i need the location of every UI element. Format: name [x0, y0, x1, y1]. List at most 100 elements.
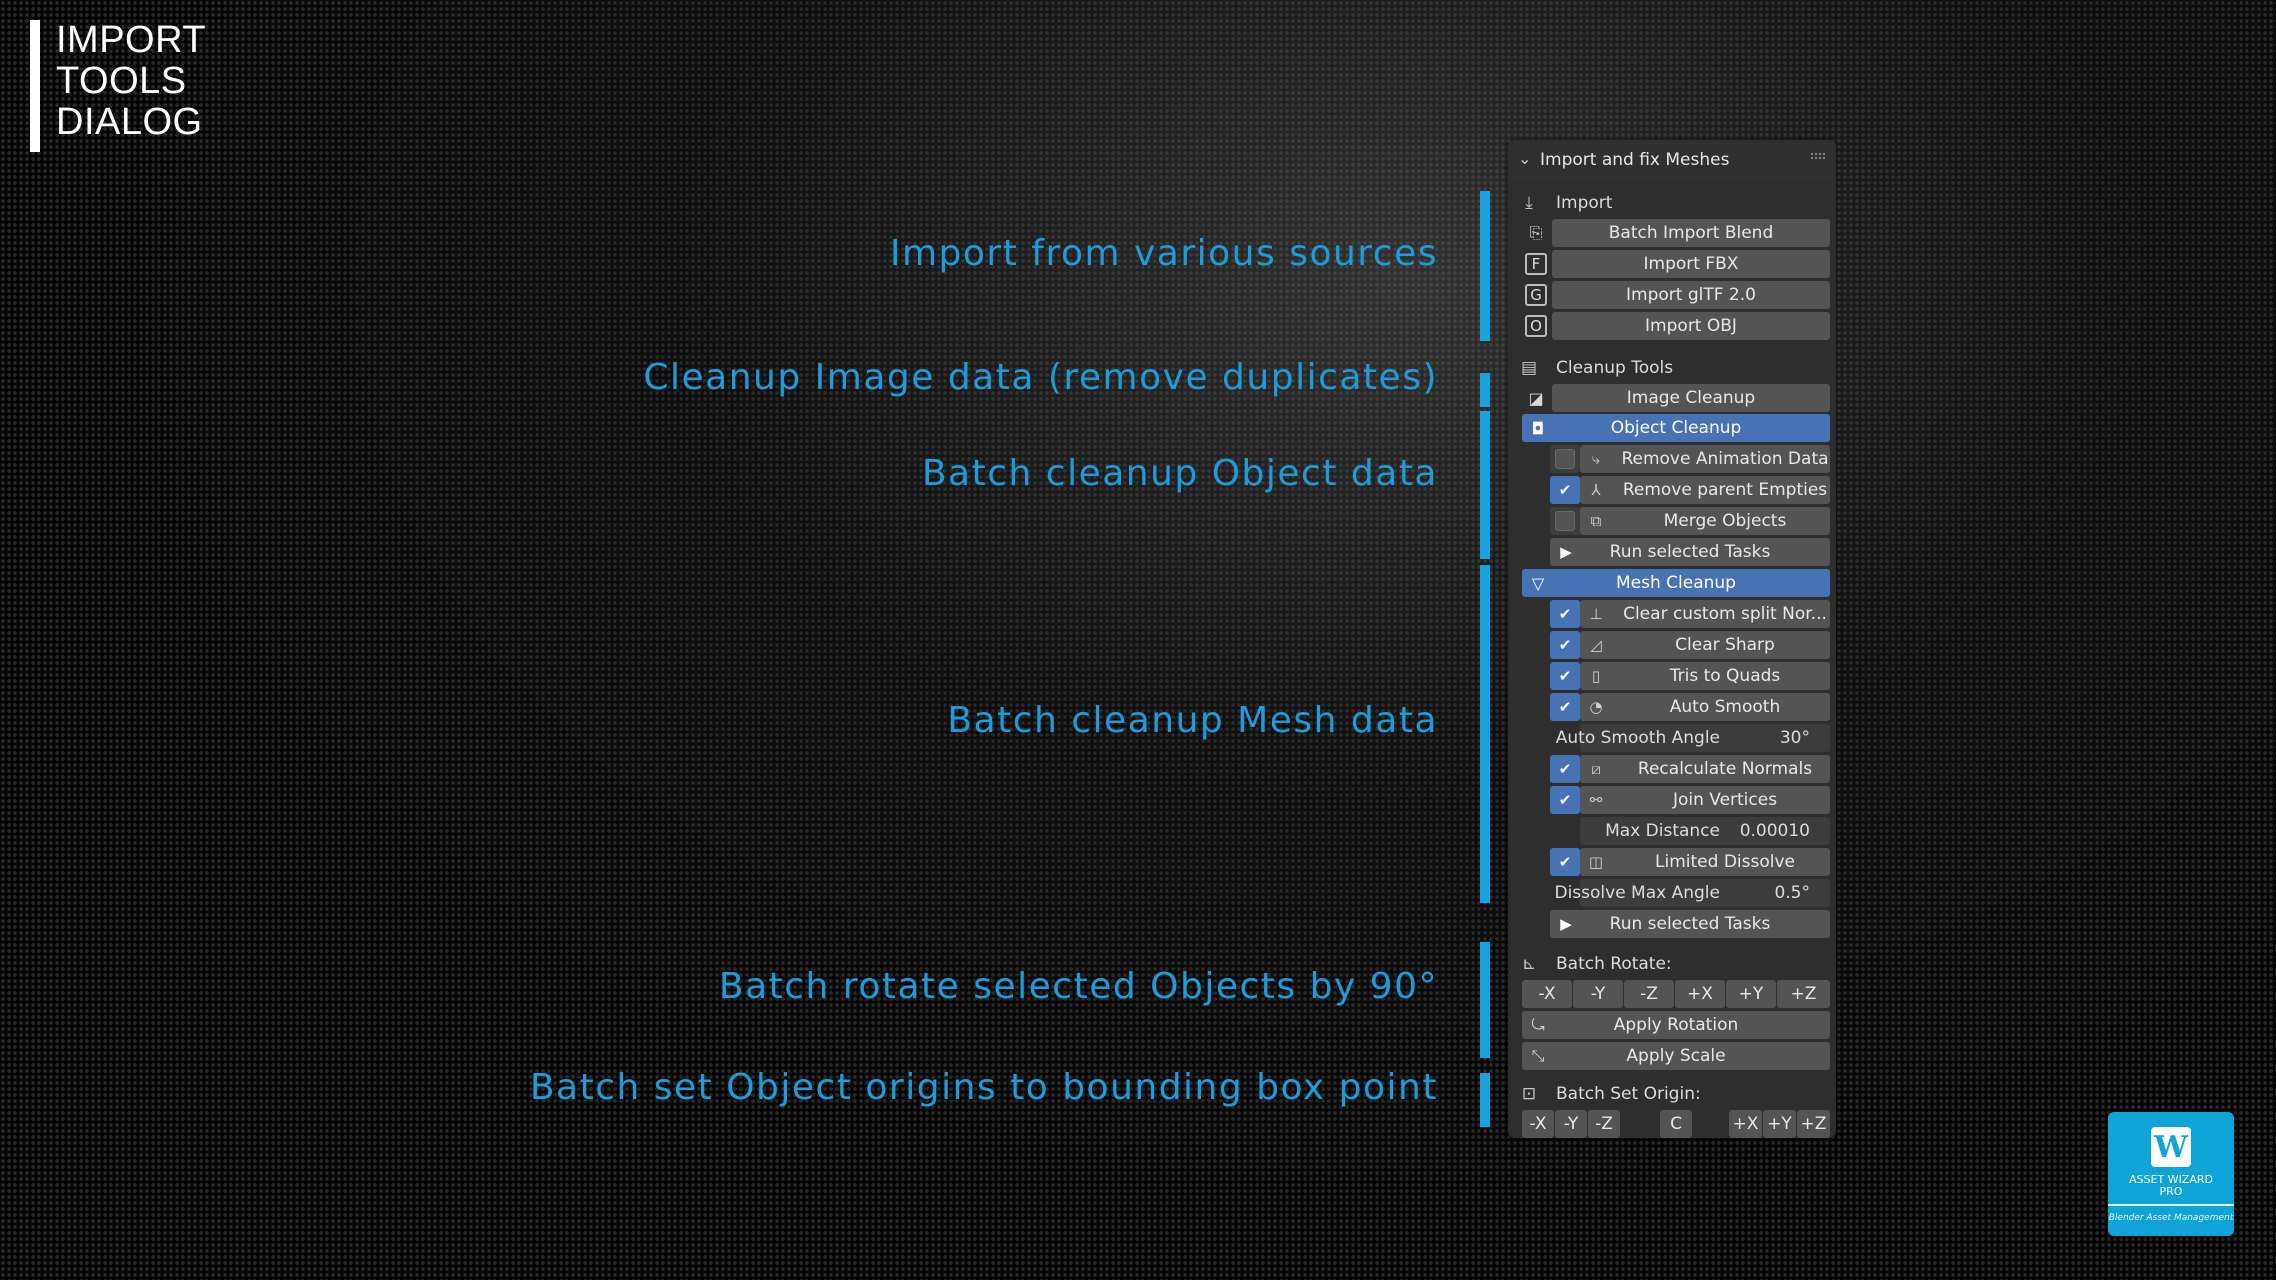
section-label: Batch Set Origin:: [1556, 1084, 1701, 1104]
origin-pos-z-button[interactable]: +Z: [1797, 1110, 1830, 1138]
task-join-vertices-row: ✔ Join Vertices ⚯: [1522, 786, 1830, 814]
apply-scale-row: Apply Scale ⤡: [1522, 1042, 1830, 1070]
section-label: Batch Rotate:: [1556, 954, 1672, 974]
bracket-image-cleanup: [1480, 373, 1490, 407]
auto-smooth-angle-field[interactable]: Auto Smooth Angle 30°: [1556, 724, 1830, 752]
recalculate-normals-button[interactable]: Recalculate Normals: [1580, 755, 1830, 783]
rotation-icon: ⤿: [1531, 1015, 1545, 1034]
task-limited-dissolve-row: ✔ Limited Dissolve ◫: [1522, 848, 1830, 876]
field-label: Max Distance: [1605, 821, 1720, 841]
limited-dissolve-button[interactable]: Limited Dissolve: [1580, 848, 1830, 876]
clear-sharp-button[interactable]: Clear Sharp: [1580, 631, 1830, 659]
badge-line2: PRO: [2159, 1185, 2183, 1198]
rotate-axes-icon: ⊾: [1521, 954, 1537, 974]
remove-parent-empties-button[interactable]: Remove parent Empties: [1580, 476, 1830, 504]
checkbox-remove-animation[interactable]: [1555, 449, 1575, 469]
task-remove-animation-row: Remove Animation Data ⤷: [1522, 445, 1830, 473]
batch-import-blend-button[interactable]: Batch Import Blend: [1552, 219, 1830, 247]
batch-import-blend-row: ⎘ Batch Import Blend: [1522, 219, 1830, 247]
run-selected-mesh-tasks-button[interactable]: Run selected Tasks: [1550, 910, 1830, 938]
panel-title: Import and fix Meshes: [1540, 150, 1730, 170]
bracket-import: [1480, 191, 1490, 341]
import-gltf-button[interactable]: Import glTF 2.0: [1552, 281, 1830, 309]
callout-image-cleanup: Cleanup Image data (remove duplicates): [643, 357, 1438, 398]
badge-divider: [2108, 1204, 2234, 1206]
bracket-object-cleanup: [1480, 411, 1490, 559]
obj-letter-icon: O: [1522, 312, 1550, 340]
import-fbx-row: F Import FBX: [1522, 250, 1830, 278]
import-icon: ⤓: [1525, 193, 1533, 213]
sharp-edge-icon: ◿: [1590, 636, 1602, 654]
empty-axes-icon: ⅄: [1591, 481, 1601, 499]
task-clear-split-normals-row: ✔ Clear custom split Nor... ⊥: [1522, 600, 1830, 628]
run-selected-object-tasks-button[interactable]: Run selected Tasks: [1550, 538, 1830, 566]
image-cleanup-button[interactable]: Image Cleanup: [1552, 384, 1830, 412]
origin-neg-x-button[interactable]: -X: [1522, 1110, 1554, 1138]
auto-smooth-button[interactable]: Auto Smooth: [1580, 693, 1830, 721]
checkbox-clear-sharp[interactable]: ✔: [1555, 635, 1575, 655]
rotate-neg-x-button[interactable]: -X: [1522, 980, 1572, 1008]
normals-icon: ⊥: [1589, 605, 1603, 623]
origin-center-button[interactable]: C: [1660, 1110, 1692, 1138]
rotate-pos-y-button[interactable]: +Y: [1726, 980, 1776, 1008]
recalc-normals-icon: ⧄: [1591, 760, 1601, 778]
join-vertices-button[interactable]: Join Vertices: [1580, 786, 1830, 814]
origin-pos-x-button[interactable]: +X: [1729, 1110, 1762, 1138]
title-line: DIALOG: [56, 101, 203, 143]
run-mesh-tasks-row: Run selected Tasks ▶: [1522, 910, 1830, 938]
field-value: 0.5°: [1774, 883, 1810, 903]
import-obj-button[interactable]: Import OBJ: [1552, 312, 1830, 340]
title-line: IMPORT: [56, 19, 207, 61]
import-fbx-button[interactable]: Import FBX: [1552, 250, 1830, 278]
section-label: Cleanup Tools: [1556, 358, 1674, 378]
origin-pos-y-button[interactable]: +Y: [1763, 1110, 1796, 1138]
object-cleanup-button[interactable]: Object Cleanup: [1522, 414, 1830, 442]
rotate-neg-z-button[interactable]: -Z: [1624, 980, 1674, 1008]
image-icon: ◪: [1528, 388, 1544, 408]
origin-buttons-row: -X -Y -Z C +X +Y +Z: [1522, 1110, 1830, 1138]
checkbox-clear-split-normals[interactable]: ✔: [1555, 604, 1575, 624]
apply-rotation-row: Apply Rotation ⤿: [1522, 1011, 1830, 1039]
rotate-neg-y-button[interactable]: -Y: [1573, 980, 1623, 1008]
run-object-tasks-row: Run selected Tasks ▶: [1522, 538, 1830, 566]
panel-header[interactable]: ⌄ Import and fix Meshes: [1508, 140, 1836, 178]
object-cleanup-row: Object Cleanup ◘: [1522, 414, 1830, 442]
callout-object-cleanup: Batch cleanup Object data: [921, 453, 1438, 494]
mesh-cleanup-button[interactable]: Mesh Cleanup: [1522, 569, 1830, 597]
title-line: TOOLS: [56, 60, 187, 102]
rotate-pos-x-button[interactable]: +X: [1675, 980, 1725, 1008]
gltf-letter-icon: G: [1522, 281, 1550, 309]
origin-neg-y-button[interactable]: -Y: [1555, 1110, 1587, 1138]
clear-custom-split-normals-button[interactable]: Clear custom split Nor...: [1580, 600, 1830, 628]
origin-neg-z-button[interactable]: -Z: [1588, 1110, 1620, 1138]
tris-to-quads-button[interactable]: Tris to Quads: [1580, 662, 1830, 690]
remove-animation-data-button[interactable]: Remove Animation Data: [1580, 445, 1830, 473]
mesh-cleanup-row: Mesh Cleanup ▽: [1522, 569, 1830, 597]
rotate-pos-z-button[interactable]: +Z: [1777, 980, 1830, 1008]
callout-origin: Batch set Object origins to bounding box…: [529, 1067, 1438, 1108]
checkbox-limited-dissolve[interactable]: ✔: [1555, 852, 1575, 872]
checkbox-join-vertices[interactable]: ✔: [1555, 790, 1575, 810]
chevron-down-icon[interactable]: ⌄: [1518, 149, 1531, 168]
checkbox-tris-to-quads[interactable]: ✔: [1555, 666, 1575, 686]
origin-icon: ⊡: [1521, 1084, 1537, 1104]
task-remove-empties-row: ✔ Remove parent Empties ⅄: [1522, 476, 1830, 504]
apply-scale-button[interactable]: Apply Scale: [1522, 1042, 1830, 1070]
apply-rotation-button[interactable]: Apply Rotation: [1522, 1011, 1830, 1039]
checkbox-recalc-normals[interactable]: ✔: [1555, 759, 1575, 779]
blend-file-icon: ⎘: [1529, 223, 1543, 242]
import-obj-row: O Import OBJ: [1522, 312, 1830, 340]
section-label: Import: [1556, 193, 1613, 213]
task-tris-to-quads-row: ✔ Tris to Quads ▯: [1522, 662, 1830, 690]
merge-objects-button[interactable]: Merge Objects: [1580, 507, 1830, 535]
bracket-mesh-cleanup: [1480, 565, 1490, 903]
checkbox-merge-objects[interactable]: [1555, 511, 1575, 531]
play-icon: ▶: [1560, 543, 1572, 561]
checkbox-auto-smooth[interactable]: ✔: [1555, 697, 1575, 717]
checkbox-remove-empties[interactable]: ✔: [1555, 480, 1575, 500]
task-auto-smooth-row: ✔ Auto Smooth ◔: [1522, 693, 1830, 721]
asset-wizard-pro-badge: W ASSET WIZARD PRO Blender Asset Managem…: [2108, 1112, 2234, 1236]
dissolve-max-angle-field[interactable]: Dissolve Max Angle 0.5°: [1554, 879, 1830, 907]
drag-grip-icon[interactable]: [1810, 152, 1826, 160]
max-distance-field[interactable]: Max Distance 0.00010: [1580, 817, 1830, 845]
